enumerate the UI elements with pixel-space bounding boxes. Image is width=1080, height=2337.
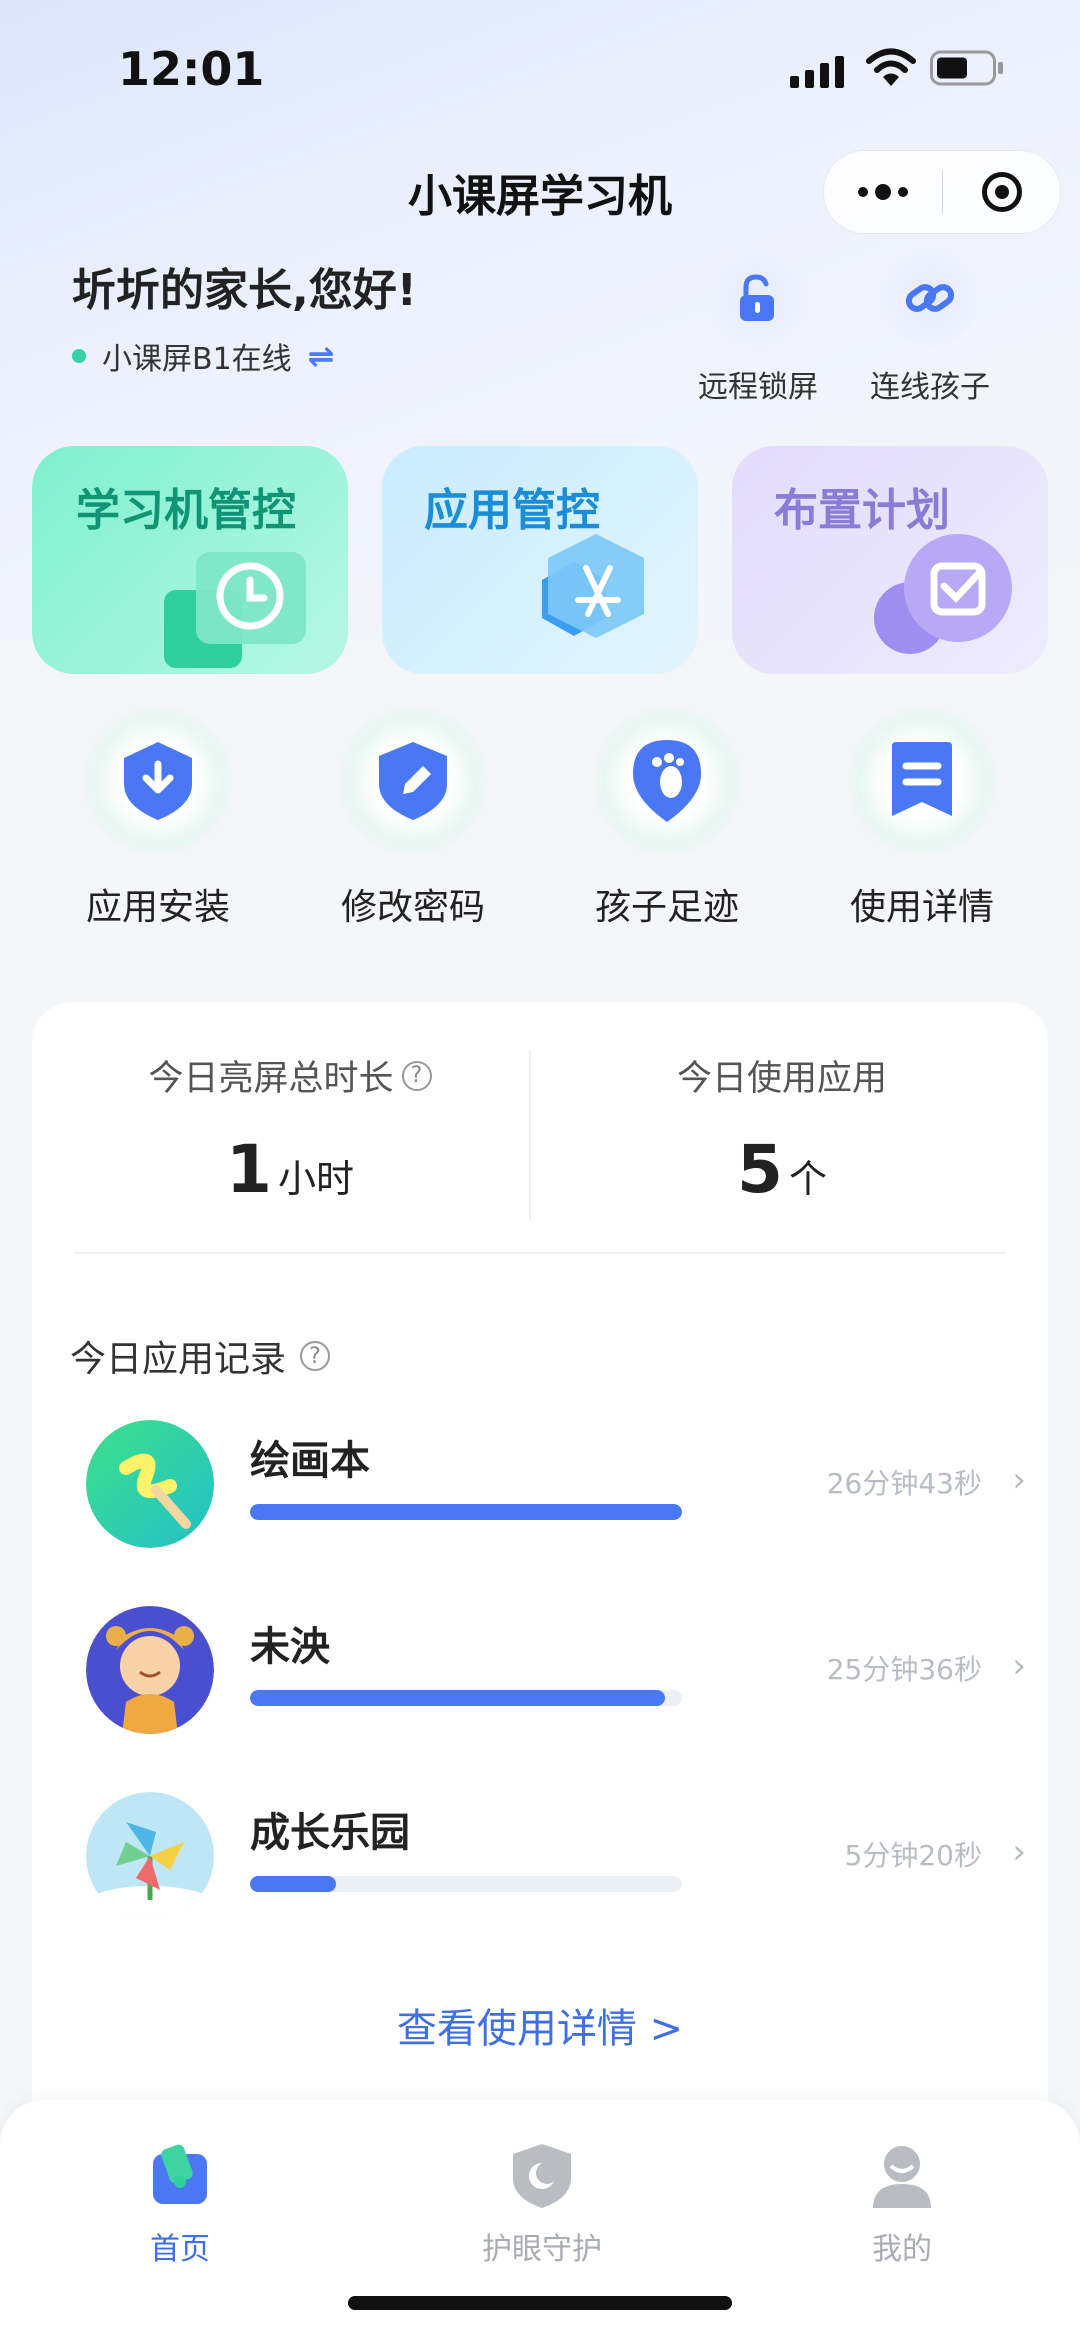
plan-label: 布置计划 <box>774 485 950 536</box>
more-button[interactable] <box>824 151 942 233</box>
unlock-icon <box>710 250 806 346</box>
help-icon[interactable]: ? <box>300 1341 331 1371</box>
chevron-right-icon: › <box>1012 1646 1026 1686</box>
change-password-label: 修改密码 <box>340 887 485 928</box>
details-icon <box>847 706 997 856</box>
screen-time-title: 今日亮屏总时长 <box>148 1059 394 1099</box>
connect-child-button[interactable]: 连线孩子 <box>860 250 1000 406</box>
tab-home[interactable]: 首页 <box>80 2140 280 2268</box>
stats-divider <box>529 1050 531 1220</box>
remote-lock-label: 远程锁屏 <box>698 370 818 405</box>
usage-duration: 25分钟36秒 <box>826 1653 982 1686</box>
usage-bar-fill <box>250 1504 682 1520</box>
profile-icon <box>873 2146 931 2208</box>
tab-eye-care-label: 护眼守护 <box>482 2232 602 2267</box>
wifi-icon <box>866 48 916 86</box>
app-record-row[interactable]: 未泱 25分钟36秒 › <box>86 1606 1026 1736</box>
status-time: 12:01 <box>118 42 265 96</box>
connect-child-label: 连线孩子 <box>870 370 990 405</box>
link-icon <box>882 250 978 346</box>
app-name: 未泱 <box>250 1624 330 1670</box>
screen-time-stat: 今日亮屏总时长? 1 小时 <box>70 1050 510 1208</box>
tab-eye-care[interactable]: 护眼守护 <box>442 2140 642 2268</box>
app-record-row[interactable]: 成长乐园 5分钟20秒 › <box>86 1792 1026 1922</box>
edit-shield-icon <box>338 706 488 856</box>
device-control-card[interactable]: 学习机管控 <box>32 446 348 674</box>
child-footprint-button[interactable]: 孩子足迹 <box>567 706 767 930</box>
app-name: 成长乐园 <box>250 1810 410 1856</box>
mini-program-capsule <box>823 150 1061 234</box>
tab-home-label: 首页 <box>150 2232 210 2267</box>
target-icon <box>981 172 1022 212</box>
usage-bar-fill <box>250 1690 665 1706</box>
usage-duration: 26分钟43秒 <box>826 1467 982 1500</box>
home-icon <box>153 2144 207 2204</box>
child-footprint-label: 孩子足迹 <box>594 887 739 928</box>
tab-profile[interactable]: 我的 <box>802 2140 1002 2268</box>
change-password-button[interactable]: 修改密码 <box>313 706 513 930</box>
usage-details-button[interactable]: 使用详情 <box>822 706 1022 930</box>
records-section-title: 今日应用记录? <box>70 1330 331 1382</box>
chevron-right-icon: › <box>1012 1832 1026 1872</box>
apps-used-value: 5 <box>737 1131 783 1208</box>
home-indicator <box>348 2296 732 2310</box>
app-name: 绘画本 <box>250 1438 370 1484</box>
app-install-button[interactable]: 应用安装 <box>58 706 258 930</box>
usage-bar <box>250 1876 682 1892</box>
view-usage-details-link[interactable]: 查看使用详情 > <box>0 1996 1080 2054</box>
usage-bar-fill <box>250 1876 337 1892</box>
device-status-label: 小课屏B1在线 <box>102 342 292 377</box>
app-record-row[interactable]: 绘画本 26分钟43秒 › <box>86 1420 1026 1550</box>
screen-time-value: 1 <box>226 1131 272 1208</box>
section-divider <box>74 1252 1006 1254</box>
apps-used-stat: 今日使用应用 5个 <box>562 1050 1002 1208</box>
online-dot <box>72 349 86 363</box>
app-control-card[interactable]: 应用管控 <box>382 446 698 674</box>
device-control-label: 学习机管控 <box>76 485 296 536</box>
usage-details-label: 使用详情 <box>849 887 994 928</box>
apps-used-unit: 个 <box>788 1157 827 1201</box>
apps-used-title: 今日使用应用 <box>676 1059 887 1099</box>
weiyang-app-avatar <box>86 1606 214 1734</box>
usage-bar <box>250 1504 682 1520</box>
close-button[interactable] <box>943 151 1060 233</box>
growth-park-app-avatar <box>86 1792 214 1920</box>
app-install-label: 应用安装 <box>85 887 230 928</box>
appstore-icon <box>542 534 644 638</box>
drawing-app-avatar <box>86 1420 214 1548</box>
greeting: 圻圻的家长,您好! <box>72 265 417 316</box>
battery-icon <box>930 50 1003 86</box>
screen-time-unit: 小时 <box>277 1157 354 1201</box>
tab-profile-label: 我的 <box>872 2232 932 2267</box>
switch-device-icon[interactable]: ⇌ <box>308 337 335 375</box>
plan-card[interactable]: 布置计划 <box>732 446 1048 674</box>
checkbox-icon <box>874 534 1012 654</box>
device-status: 小课屏B1在线 ⇌ <box>72 334 334 378</box>
app-control-label: 应用管控 <box>424 485 600 536</box>
signal-icon <box>790 52 844 88</box>
clock-icon <box>164 552 306 668</box>
usage-bar <box>250 1690 682 1706</box>
eye-shield-icon <box>513 2144 571 2208</box>
footprint-icon <box>592 706 742 856</box>
help-icon[interactable]: ? <box>401 1060 432 1091</box>
chevron-right-icon: › <box>1012 1460 1026 1500</box>
usage-duration: 5分钟20秒 <box>844 1839 982 1872</box>
install-shield-icon <box>83 706 233 856</box>
records-title: 今日应用记录 <box>70 1339 287 1380</box>
remote-lock-button[interactable]: 远程锁屏 <box>688 250 828 406</box>
